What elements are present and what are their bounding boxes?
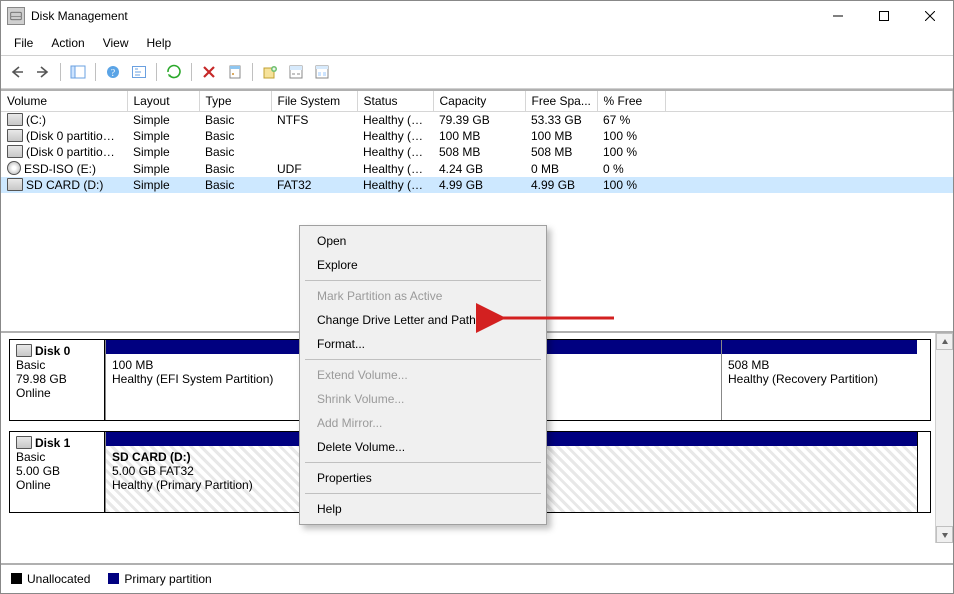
context-menu-separator xyxy=(305,493,541,494)
col-freespace[interactable]: Free Spa... xyxy=(525,91,597,112)
menu-help[interactable]: Help xyxy=(138,33,181,53)
volume-header-row: Volume Layout Type File System Status Ca… xyxy=(1,91,953,112)
app-icon xyxy=(7,7,25,25)
scroll-down-button[interactable] xyxy=(936,526,953,543)
disk-icon xyxy=(16,344,32,357)
scroll-up-button[interactable] xyxy=(936,333,953,350)
show-hide-console-tree-button[interactable] xyxy=(66,60,90,84)
close-button[interactable] xyxy=(907,1,953,31)
context-menu-item[interactable]: Open xyxy=(303,229,543,253)
volume-icon xyxy=(7,178,23,191)
partition[interactable]: 508 MBHealthy (Recovery Partition) xyxy=(721,340,917,420)
new-volume-button[interactable] xyxy=(258,60,282,84)
disk-icon xyxy=(16,436,32,449)
context-menu-item: Mark Partition as Active xyxy=(303,284,543,308)
menu-action[interactable]: Action xyxy=(42,33,93,53)
context-menu-separator xyxy=(305,462,541,463)
col-volume[interactable]: Volume xyxy=(1,91,127,112)
back-button[interactable] xyxy=(5,60,29,84)
menu-file[interactable]: File xyxy=(5,33,42,53)
disk-info[interactable]: Disk 0Basic79.98 GBOnline xyxy=(9,339,105,421)
window-controls xyxy=(815,1,953,31)
context-menu-item[interactable]: Delete Volume... xyxy=(303,435,543,459)
context-menu-item[interactable]: Change Drive Letter and Paths... xyxy=(303,308,543,332)
partition-color-bar xyxy=(106,340,301,354)
legend: Unallocated Primary partition xyxy=(1,563,953,593)
window-title: Disk Management xyxy=(31,9,815,23)
context-menu: OpenExplore Mark Partition as ActiveChang… xyxy=(299,225,547,525)
col-type[interactable]: Type xyxy=(199,91,271,112)
minimize-button[interactable] xyxy=(815,1,861,31)
volume-row[interactable]: (C:)SimpleBasicNTFSHealthy (B...79.39 GB… xyxy=(1,112,953,129)
volume-icon xyxy=(7,129,23,142)
svg-text:?: ? xyxy=(111,68,116,79)
properties-button[interactable] xyxy=(223,60,247,84)
col-filesystem[interactable]: File System xyxy=(271,91,357,112)
scrollbar[interactable] xyxy=(935,333,953,543)
settings-button[interactable] xyxy=(284,60,308,84)
context-menu-separator xyxy=(305,280,541,281)
legend-primary: Primary partition xyxy=(108,572,211,586)
context-menu-item[interactable]: Properties xyxy=(303,466,543,490)
volume-icon xyxy=(7,161,21,175)
menubar: File Action View Help xyxy=(1,31,953,55)
forward-button[interactable] xyxy=(31,60,55,84)
legend-unallocated: Unallocated xyxy=(11,572,90,586)
partition-color-bar xyxy=(722,340,917,354)
context-menu-item[interactable]: Help xyxy=(303,497,543,521)
context-menu-separator xyxy=(305,359,541,360)
context-menu-item[interactable]: Format... xyxy=(303,332,543,356)
col-capacity[interactable]: Capacity xyxy=(433,91,525,112)
context-menu-item[interactable]: Explore xyxy=(303,253,543,277)
volume-icon xyxy=(7,145,23,158)
help-button[interactable]: ? xyxy=(101,60,125,84)
titlebar: Disk Management xyxy=(1,1,953,31)
toolbar: ? xyxy=(1,56,953,88)
delete-button[interactable] xyxy=(197,60,221,84)
refresh-button[interactable] xyxy=(127,60,151,84)
context-menu-item: Extend Volume... xyxy=(303,363,543,387)
context-menu-item: Add Mirror... xyxy=(303,411,543,435)
view-button[interactable] xyxy=(310,60,334,84)
disk-info[interactable]: Disk 1Basic5.00 GBOnline xyxy=(9,431,105,513)
col-layout[interactable]: Layout xyxy=(127,91,199,112)
volume-icon xyxy=(7,113,23,126)
rescan-disks-button[interactable] xyxy=(162,60,186,84)
col-status[interactable]: Status xyxy=(357,91,433,112)
menu-view[interactable]: View xyxy=(94,33,138,53)
partition[interactable]: 100 MBHealthy (EFI System Partition) xyxy=(105,340,301,420)
volume-row[interactable]: SD CARD (D:)SimpleBasicFAT32Healthy (P..… xyxy=(1,177,953,193)
disk-management-window: Disk Management File Action View Help ? xyxy=(0,0,954,594)
volume-row[interactable]: (Disk 0 partition 4)SimpleBasicHealthy (… xyxy=(1,144,953,160)
col-pctfree[interactable]: % Free xyxy=(597,91,665,112)
context-menu-item: Shrink Volume... xyxy=(303,387,543,411)
maximize-button[interactable] xyxy=(861,1,907,31)
volume-row[interactable]: ESD-ISO (E:)SimpleBasicUDFHealthy (P...4… xyxy=(1,160,953,177)
volume-row[interactable]: (Disk 0 partition 1)SimpleBasicHealthy (… xyxy=(1,128,953,144)
